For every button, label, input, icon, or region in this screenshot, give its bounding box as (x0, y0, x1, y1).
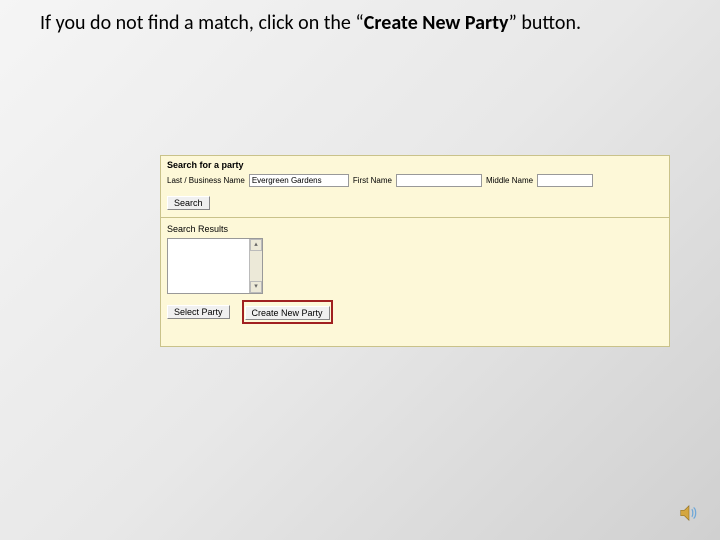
create-new-party-button[interactable]: Create New Party (245, 306, 330, 320)
search-panel: Search for a party Last / Business Name … (160, 155, 670, 347)
middle-name-input[interactable] (537, 174, 593, 187)
scrollbar[interactable]: ▴ ▾ (249, 239, 262, 293)
results-listbox[interactable]: ▴ ▾ (167, 238, 263, 294)
middle-name-label: Middle Name (486, 176, 533, 185)
instruction-text: If you do not find a match, click on the… (40, 10, 660, 36)
search-button[interactable]: Search (167, 196, 210, 210)
instruction-bold: Create New Party (364, 11, 509, 35)
action-row: Select Party Create New Party (161, 298, 669, 328)
instruction-prefix: If you do not find a match, click on the… (40, 11, 364, 35)
create-party-highlight: Create New Party (242, 300, 333, 324)
last-business-label: Last / Business Name (167, 176, 245, 185)
results-title: Search Results (161, 218, 669, 236)
name-field-row: Last / Business Name First Name Middle N… (161, 172, 669, 189)
last-business-input[interactable] (249, 174, 349, 187)
scroll-up-icon[interactable]: ▴ (250, 239, 262, 251)
scroll-down-icon[interactable]: ▾ (250, 281, 262, 293)
instruction-suffix: ” button. (509, 11, 582, 35)
search-section-title: Search for a party (161, 156, 669, 172)
select-party-button[interactable]: Select Party (167, 305, 230, 319)
first-name-label: First Name (353, 176, 392, 185)
speaker-icon[interactable] (678, 502, 700, 524)
first-name-input[interactable] (396, 174, 482, 187)
